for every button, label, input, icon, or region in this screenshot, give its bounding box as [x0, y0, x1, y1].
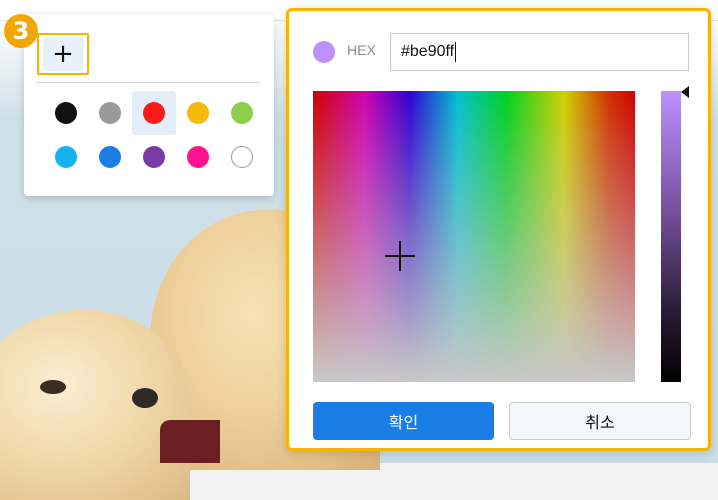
divider	[36, 82, 260, 83]
brightness-slider[interactable]	[661, 91, 681, 382]
swatch-dot	[99, 146, 121, 168]
color-preview-dot	[313, 41, 335, 63]
confirm-button[interactable]: 확인	[313, 402, 494, 440]
hex-label: HEX	[347, 42, 376, 58]
swatch-yellow[interactable]	[176, 91, 220, 135]
swatch-dot	[231, 102, 253, 124]
hex-value: #be90ff	[401, 43, 455, 60]
cancel-button[interactable]: 취소	[509, 402, 691, 440]
swatch-white[interactable]	[220, 135, 264, 179]
swatch-black[interactable]	[44, 91, 88, 135]
color-swatch-panel: +	[24, 14, 274, 196]
puppy-image-front	[0, 310, 190, 500]
color-picker-dialog: HEX #be90ff 확인 취소	[286, 8, 711, 451]
text-caret	[455, 42, 457, 62]
puppy-nose	[132, 388, 158, 408]
add-color-button[interactable]: +	[43, 37, 83, 71]
swatch-dot	[143, 102, 165, 124]
add-color-button-highlight: +	[37, 33, 89, 75]
swatch-purple[interactable]	[132, 135, 176, 179]
swatch-sky-blue[interactable]	[44, 135, 88, 179]
swatch-dot	[143, 146, 165, 168]
swatch-pink[interactable]	[176, 135, 220, 179]
swatch-dot	[55, 146, 77, 168]
swatch-green[interactable]	[220, 91, 264, 135]
slider-handle-icon[interactable]	[681, 86, 689, 98]
hex-input[interactable]: #be90ff	[390, 33, 689, 71]
swatch-dot	[187, 146, 209, 168]
swatch-grid	[44, 91, 264, 179]
swatch-dot	[231, 146, 253, 168]
swatch-dot	[55, 102, 77, 124]
crosshair-icon[interactable]	[385, 241, 415, 271]
swatch-blue[interactable]	[88, 135, 132, 179]
puppy-collar	[160, 420, 220, 463]
swatch-red[interactable]	[132, 91, 176, 135]
color-spectrum[interactable]	[313, 91, 635, 382]
swatch-dot	[187, 102, 209, 124]
swatch-gray[interactable]	[88, 91, 132, 135]
puppy-eye	[40, 380, 66, 394]
swatch-dot	[99, 102, 121, 124]
step-badge: 3	[4, 14, 38, 48]
